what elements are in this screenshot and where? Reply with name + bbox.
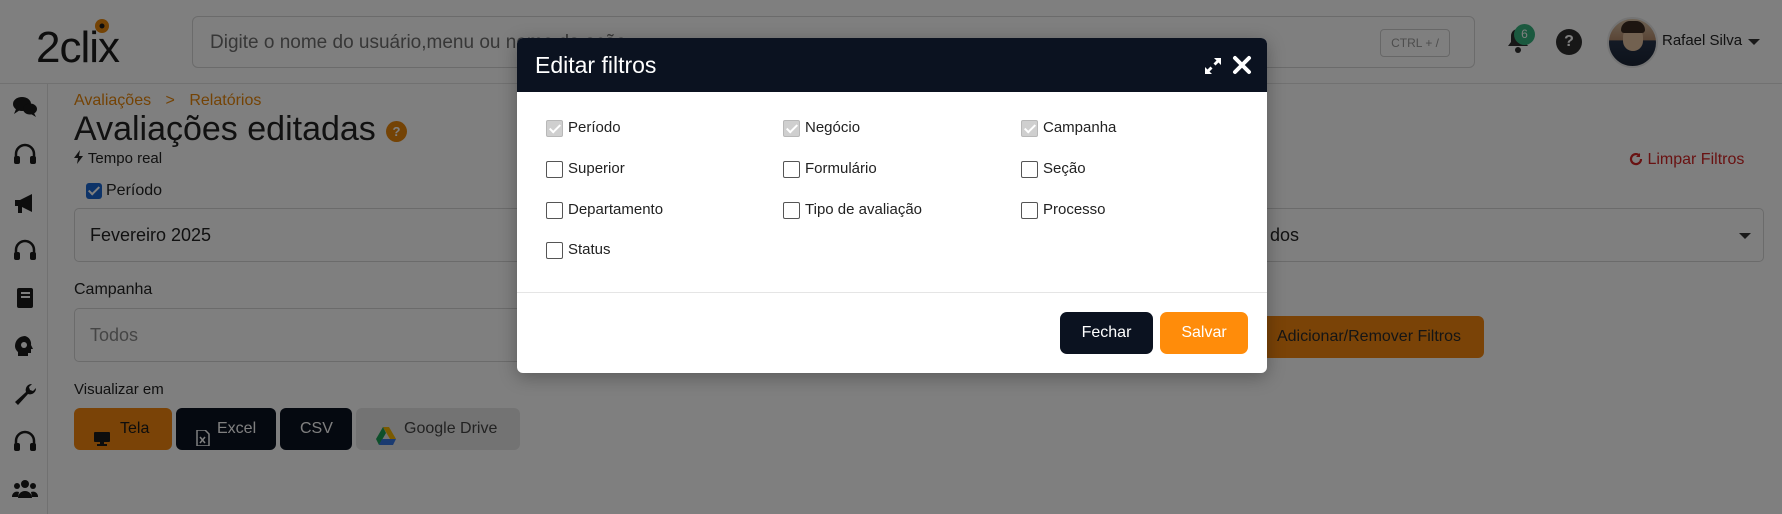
filter-option-label: Tipo de avaliação [805, 201, 923, 218]
modal-title: Editar filtros [535, 52, 657, 78]
expand-icon[interactable] [1203, 56, 1223, 76]
filter-option-label: Superior [568, 160, 625, 177]
checkbox[interactable] [1021, 120, 1038, 137]
checkbox[interactable] [1021, 161, 1038, 178]
checkbox[interactable] [783, 120, 800, 137]
checkbox[interactable] [546, 242, 563, 259]
filter-option-label: Processo [1043, 201, 1106, 218]
modal-body: Período Negócio Campanha Superior Formul… [517, 92, 1267, 292]
modal-header: Editar filtros [517, 38, 1267, 92]
modal-divider [517, 292, 1267, 293]
filter-option-label: Departamento [568, 201, 664, 218]
save-button[interactable]: Salvar [1160, 312, 1248, 354]
checkbox[interactable] [783, 161, 800, 178]
edit-filters-modal: Editar filtros Período Negócio Campanha … [517, 38, 1267, 373]
filter-option-label: Seção [1043, 160, 1086, 177]
checkbox[interactable] [546, 120, 563, 137]
checkbox[interactable] [546, 202, 563, 219]
checkbox[interactable] [546, 161, 563, 178]
filter-option-label: Período [568, 119, 621, 136]
filter-option-label: Campanha [1043, 119, 1117, 136]
close-icon[interactable] [1231, 54, 1253, 76]
checkbox[interactable] [783, 202, 800, 219]
close-button[interactable]: Fechar [1060, 312, 1153, 354]
filter-option-label: Status [568, 241, 611, 258]
checkbox[interactable] [1021, 202, 1038, 219]
filter-option-label: Formulário [805, 160, 877, 177]
filter-option-label: Negócio [805, 119, 861, 136]
